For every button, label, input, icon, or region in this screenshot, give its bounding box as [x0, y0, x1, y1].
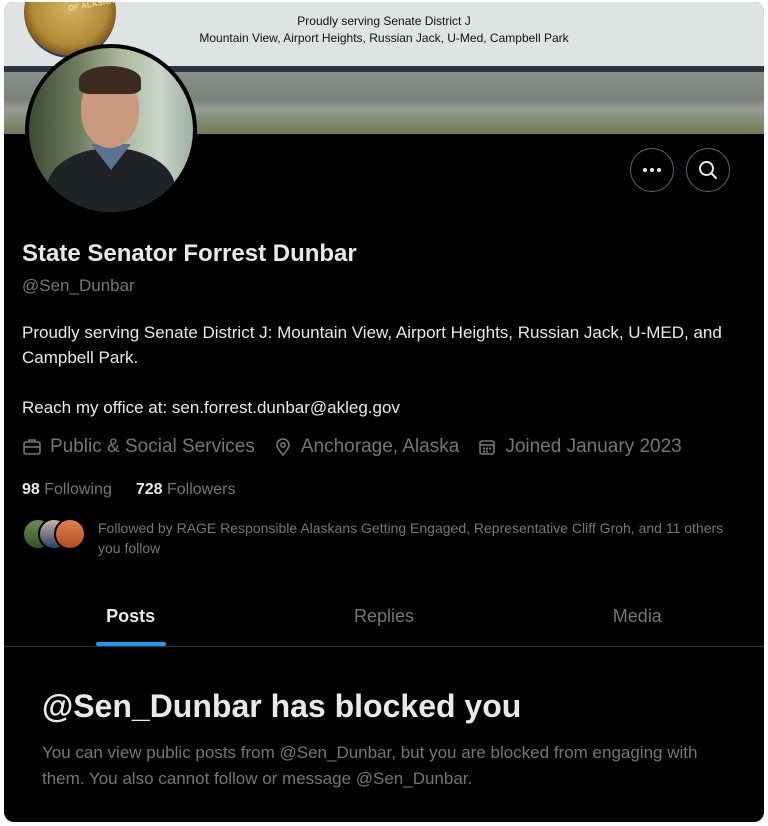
tab-replies-label: Replies	[353, 605, 414, 626]
avatar-photo	[29, 48, 193, 212]
banner-text-line-2: Mountain View, Airport Heights, Russian …	[199, 31, 569, 45]
seal-text: OF ALASKA	[67, 2, 115, 13]
profile-name: State Senator Forrest Dunbar	[22, 240, 357, 267]
joined-text: Joined January 2023	[505, 436, 682, 457]
following-link[interactable]: 98 Following	[22, 481, 112, 499]
profile-stats: 98 Following 728 Followers	[22, 481, 259, 499]
tab-replies[interactable]: Replies	[257, 586, 510, 646]
location-pin-icon	[276, 438, 290, 457]
followers-you-know-avatars[interactable]	[22, 518, 86, 550]
profile-meta: Public & Social Services Anchorage, Alas…	[22, 436, 700, 458]
briefcase-icon	[23, 439, 41, 455]
meta-joined: Joined January 2023	[477, 436, 682, 458]
category-text: Public & Social Services	[50, 436, 255, 457]
location-text: Anchorage, Alaska	[300, 436, 460, 457]
avatar-hair	[79, 66, 141, 94]
followers-count: 728	[135, 481, 163, 498]
more-options-button[interactable]	[630, 148, 674, 192]
followers-label: Followers	[167, 481, 236, 498]
more-icon	[643, 168, 661, 172]
followed-by-text[interactable]: Followed by RAGE Responsible Alaskans Ge…	[98, 518, 748, 558]
blocked-notice-title: @Sen_Dunbar has blocked you	[42, 688, 522, 724]
profile-page: OF ALASKA Proudly serving Senate Distric…	[4, 2, 764, 822]
calendar-icon	[479, 440, 496, 455]
profile-avatar[interactable]	[25, 44, 197, 216]
search-icon	[699, 161, 717, 179]
profile-handle: @Sen_Dunbar	[22, 276, 135, 295]
banner-text-line-1: Proudly serving Senate District J	[297, 14, 471, 28]
followers-link[interactable]: 728 Followers	[136, 481, 236, 499]
active-tab-indicator	[95, 642, 166, 646]
profile-tabs: Posts Replies Media	[4, 586, 764, 647]
meta-location: Anchorage, Alaska	[273, 436, 459, 458]
following-count: 98	[22, 481, 40, 498]
tab-posts[interactable]: Posts	[4, 586, 257, 646]
profile-bio: Proudly serving Senate District J: Mount…	[22, 323, 722, 417]
search-posts-button[interactable]	[686, 148, 730, 192]
blocked-notice-text: You can view public posts from @Sen_Dunb…	[42, 743, 698, 788]
tab-media[interactable]: Media	[511, 586, 764, 646]
tab-media-label: Media	[612, 605, 662, 626]
meta-category: Public & Social Services	[22, 436, 255, 458]
following-label: Following	[44, 481, 112, 498]
follower-avatar	[54, 518, 86, 550]
tab-posts-label: Posts	[106, 605, 156, 626]
